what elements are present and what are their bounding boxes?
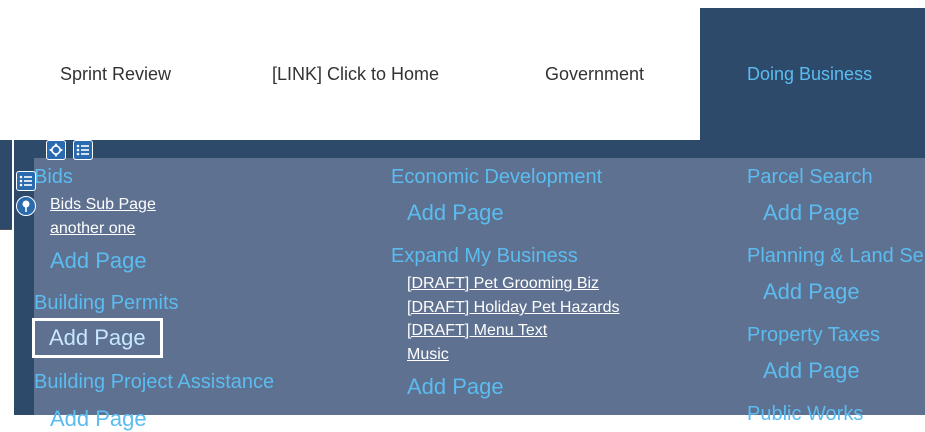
- menu-link-another-one[interactable]: another one: [50, 220, 135, 238]
- nav-item-doing-business[interactable]: Doing Business: [700, 8, 925, 140]
- add-page-button[interactable]: Add Page: [50, 406, 147, 432]
- add-page-button[interactable]: Add Page: [763, 200, 860, 226]
- menu-title-expand-my-business[interactable]: Expand My Business: [391, 245, 578, 268]
- menu-link-pet-grooming[interactable]: [DRAFT] Pet Grooming Biz: [407, 275, 599, 293]
- pin-icon[interactable]: [16, 196, 36, 216]
- menu-link-music[interactable]: Music: [407, 346, 449, 364]
- dropdown-content: Bids Bids Sub Page another one Add Page …: [32, 158, 925, 431]
- menu-title-property-taxes[interactable]: Property Taxes: [747, 324, 880, 347]
- add-page-button[interactable]: Add Page: [50, 248, 147, 274]
- menu-link-holiday-pet-hazards[interactable]: [DRAFT] Holiday Pet Hazards: [407, 299, 620, 317]
- menu-title-parcel-search[interactable]: Parcel Search: [747, 166, 873, 189]
- menu-title-economic-development[interactable]: Economic Development: [391, 166, 602, 189]
- nav-item-government[interactable]: Government: [545, 64, 644, 85]
- list-icon[interactable]: [73, 140, 93, 160]
- main-nav: Sprint Review [LINK] Click to Home Gover…: [0, 8, 925, 140]
- menu-title-planning-land[interactable]: Planning & Land Se: [747, 245, 924, 268]
- list-icon[interactable]: [16, 171, 36, 191]
- add-page-button[interactable]: Add Page: [763, 279, 860, 305]
- left-edge-bar: [0, 140, 12, 230]
- divider: [0, 229, 12, 230]
- menu-title-bids[interactable]: Bids: [34, 166, 73, 189]
- add-page-button-focused[interactable]: Add Page: [32, 318, 163, 358]
- add-page-button[interactable]: Add Page: [407, 374, 504, 400]
- move-icon[interactable]: [46, 140, 66, 160]
- add-page-button[interactable]: Add Page: [763, 358, 860, 384]
- menu-link-menu-text[interactable]: [DRAFT] Menu Text: [407, 322, 547, 340]
- nav-item-doing-business-label: Doing Business: [747, 64, 873, 84]
- nav-item-home-link[interactable]: [LINK] Click to Home: [272, 64, 439, 85]
- nav-item-sprint-review[interactable]: Sprint Review: [60, 64, 171, 85]
- menu-title-building-project-assistance[interactable]: Building Project Assistance: [34, 371, 274, 394]
- add-page-button[interactable]: Add Page: [407, 200, 504, 226]
- menu-title-building-permits[interactable]: Building Permits: [34, 292, 179, 315]
- menu-link-bids-sub-page[interactable]: Bids Sub Page: [50, 196, 156, 214]
- dropdown-panel: Bids Bids Sub Page another one Add Page …: [14, 140, 925, 431]
